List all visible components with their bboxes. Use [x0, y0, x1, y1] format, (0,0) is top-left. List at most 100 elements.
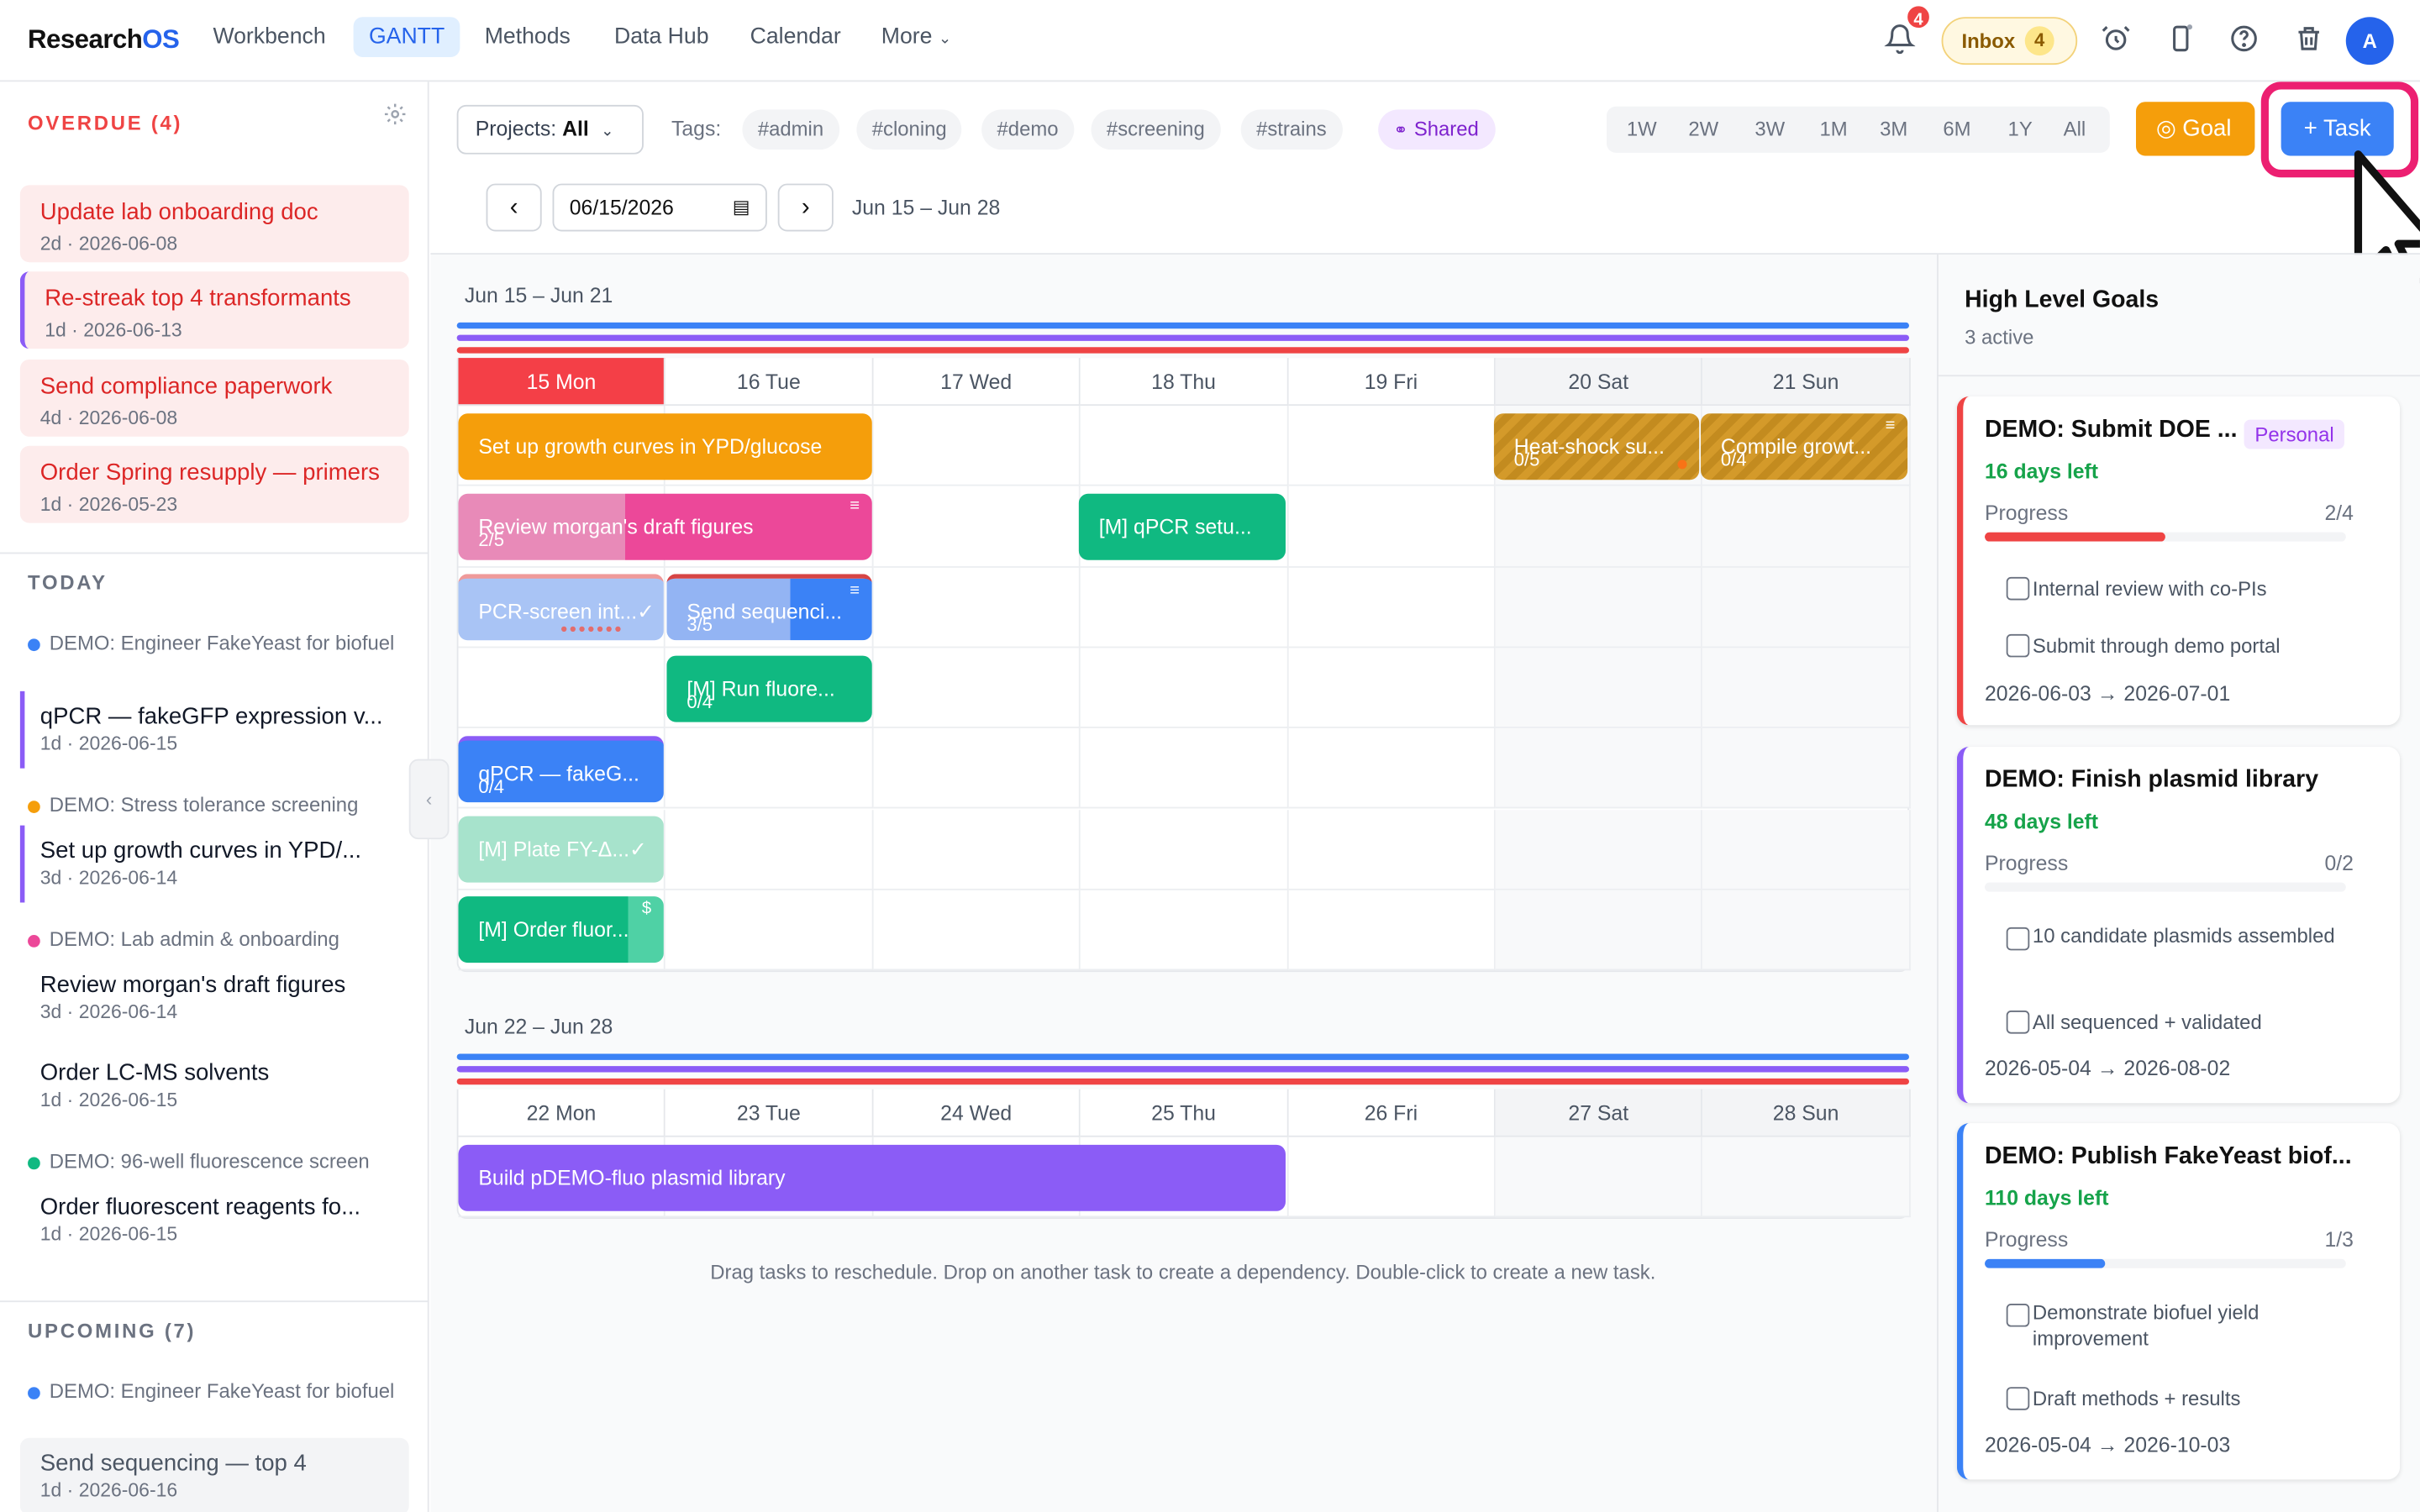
day-cell[interactable]: [1081, 809, 1288, 890]
day-cell[interactable]: [1702, 809, 1911, 890]
alarm-clock-icon[interactable]: [2099, 24, 2133, 57]
today-task-card[interactable]: Order fluorescent reagents fo... 1d · 202…: [20, 1182, 409, 1256]
day-cell[interactable]: [873, 728, 1081, 810]
gear-icon[interactable]: [383, 102, 411, 129]
start-date-input[interactable]: 06/15/2026 ▤: [552, 183, 767, 232]
day-cell[interactable]: [1287, 728, 1496, 810]
mobile-device-icon[interactable]: [2164, 24, 2197, 57]
gantt-task-bar[interactable]: PCR-screen int...✓ ●●●●●●●: [458, 574, 664, 641]
day-cell[interactable]: [1495, 890, 1703, 971]
overdue-task-card[interactable]: Send compliance paperwork 4d · 2026-06-08: [19, 359, 409, 437]
project-span-bar[interactable]: [456, 1078, 1909, 1085]
gantt-task-bar[interactable]: qPCR — fakeG... 0/4: [458, 736, 664, 803]
day-cell[interactable]: [1702, 728, 1911, 810]
inbox-button[interactable]: Inbox 4: [1941, 17, 2078, 66]
menu-icon[interactable]: ≡: [850, 496, 860, 517]
project-span-bar[interactable]: [456, 347, 1909, 354]
range-2w[interactable]: 2W: [1688, 118, 1718, 141]
day-cell[interactable]: [666, 809, 874, 890]
day-cell[interactable]: [1287, 890, 1496, 971]
subtask-checkbox[interactable]: [2006, 1387, 2030, 1410]
projects-filter-select[interactable]: Projects: All ⌄: [456, 104, 644, 155]
subtask-checkbox[interactable]: [2006, 576, 2030, 601]
day-cell[interactable]: [1702, 567, 1911, 648]
overdue-task-card[interactable]: Re-streak top 4 transformants 1d · 2026-0…: [19, 271, 409, 349]
day-cell[interactable]: [1702, 648, 1911, 729]
app-logo[interactable]: ResearchOS: [28, 24, 180, 55]
day-cell[interactable]: [1495, 567, 1703, 648]
gantt-task-bar[interactable]: Order LC-MS s... $: [458, 656, 663, 722]
day-cell[interactable]: [1287, 809, 1496, 890]
tag-filter-strains[interactable]: #strains: [1240, 109, 1343, 150]
tag-filter-admin[interactable]: #admin: [742, 109, 839, 150]
day-cell[interactable]: [1081, 890, 1288, 971]
nav-calendar[interactable]: Calendar: [750, 24, 841, 49]
day-cell[interactable]: [1495, 809, 1703, 890]
next-week-button[interactable]: ›: [777, 183, 834, 232]
nav-methods[interactable]: Methods: [485, 24, 571, 49]
help-icon[interactable]: [2227, 24, 2260, 57]
trash-icon[interactable]: [2291, 24, 2325, 57]
day-cell[interactable]: [873, 809, 1081, 890]
day-cell[interactable]: [1081, 567, 1288, 648]
subtask-checkbox[interactable]: [2006, 927, 2030, 951]
goal-card[interactable]: DEMO: Publish FakeYeast biof... 110 days…: [1956, 1123, 2401, 1480]
day-cell[interactable]: [1495, 648, 1703, 729]
range-all[interactable]: All: [2064, 118, 2086, 141]
today-task-card[interactable]: Set up growth curves in YPD/... 3d · 2026…: [19, 825, 409, 903]
day-cell[interactable]: [873, 486, 1081, 568]
gantt-task-bar[interactable]: Compile growt... 0/4 ≡: [1701, 413, 1908, 480]
day-cell[interactable]: [1287, 406, 1496, 487]
subtask-checkbox[interactable]: [2006, 1304, 2030, 1327]
day-cell[interactable]: [1081, 648, 1288, 729]
day-cell[interactable]: [1287, 486, 1496, 568]
overdue-task-card[interactable]: Update lab onboarding doc 2d · 2026-06-08: [19, 185, 409, 263]
shared-filter-button[interactable]: ⚭ Shared: [1378, 109, 1497, 150]
day-cell[interactable]: [1702, 1137, 1911, 1218]
day-cell[interactable]: [873, 648, 1081, 729]
subtask-checkbox[interactable]: [2006, 1011, 2030, 1034]
today-task-card[interactable]: qPCR — fakeGFP expression v... 1d · 2026-…: [19, 690, 409, 769]
day-cell[interactable]: [1495, 1137, 1703, 1218]
day-cell[interactable]: [1702, 890, 1911, 971]
subtask-checkbox[interactable]: [2006, 633, 2030, 658]
menu-icon[interactable]: ≡: [850, 580, 860, 602]
day-cell[interactable]: [666, 890, 874, 971]
day-cell[interactable]: [1495, 728, 1703, 810]
project-span-bar[interactable]: [456, 1053, 1909, 1060]
day-cell[interactable]: [1287, 567, 1496, 648]
add-goal-button[interactable]: ◎ Goal: [2135, 102, 2255, 156]
range-1y[interactable]: 1Y: [2008, 118, 2033, 141]
tag-filter-cloning[interactable]: #cloning: [856, 109, 963, 150]
day-cell[interactable]: [1495, 486, 1703, 568]
gantt-task-bar[interactable]: Send sequenci... 3/5 ≡: [666, 574, 872, 641]
gantt-task-bar[interactable]: [M] qPCR setu...: [1078, 493, 1286, 560]
nav-more[interactable]: More ⌄: [881, 24, 952, 49]
menu-icon[interactable]: ≡: [1886, 415, 1896, 437]
day-cell[interactable]: [1081, 728, 1288, 810]
user-avatar[interactable]: A: [2345, 17, 2394, 66]
gantt-task-bar[interactable]: Review morgan's draft figures 2/5 ≡: [458, 493, 872, 560]
gantt-task-bar[interactable]: [M] Order fluor... $: [458, 896, 664, 963]
gantt-task-bar[interactable]: Set up growth curves in YPD/glucose: [458, 413, 872, 480]
day-cell[interactable]: [1287, 648, 1496, 729]
day-cell[interactable]: [1081, 406, 1288, 487]
tag-filter-screening[interactable]: #screening: [1091, 109, 1221, 150]
nav-data-hub[interactable]: Data Hub: [614, 24, 709, 49]
day-cell[interactable]: [666, 728, 874, 810]
day-cell[interactable]: [873, 406, 1081, 487]
gantt-task-bar[interactable]: [M] Run fluore... 0/4: [666, 655, 872, 722]
range-1m[interactable]: 1M: [1819, 118, 1847, 141]
nav-gantt[interactable]: GANTT: [353, 17, 460, 57]
today-task-card[interactable]: Review morgan's draft figures 3d · 2026-0…: [20, 959, 409, 1033]
nav-workbench[interactable]: Workbench: [213, 24, 325, 49]
tag-filter-demo[interactable]: #demo: [981, 109, 1074, 150]
project-span-bar[interactable]: [456, 334, 1909, 341]
range-3m[interactable]: 3M: [1880, 118, 1907, 141]
range-1w[interactable]: 1W: [1627, 118, 1657, 141]
range-6m[interactable]: 6M: [1943, 118, 1970, 141]
gantt-task-bar[interactable]: [M] Plate FY-Δ...✓: [458, 816, 664, 883]
gantt-task-bar[interactable]: Heat-shock su... 0/5: [1493, 413, 1700, 480]
goal-card[interactable]: DEMO: Finish plasmid library 48 days lef…: [1956, 746, 2401, 1104]
gantt-task-bar[interactable]: Build pDEMO-fluo plasmid library: [458, 1144, 1286, 1211]
